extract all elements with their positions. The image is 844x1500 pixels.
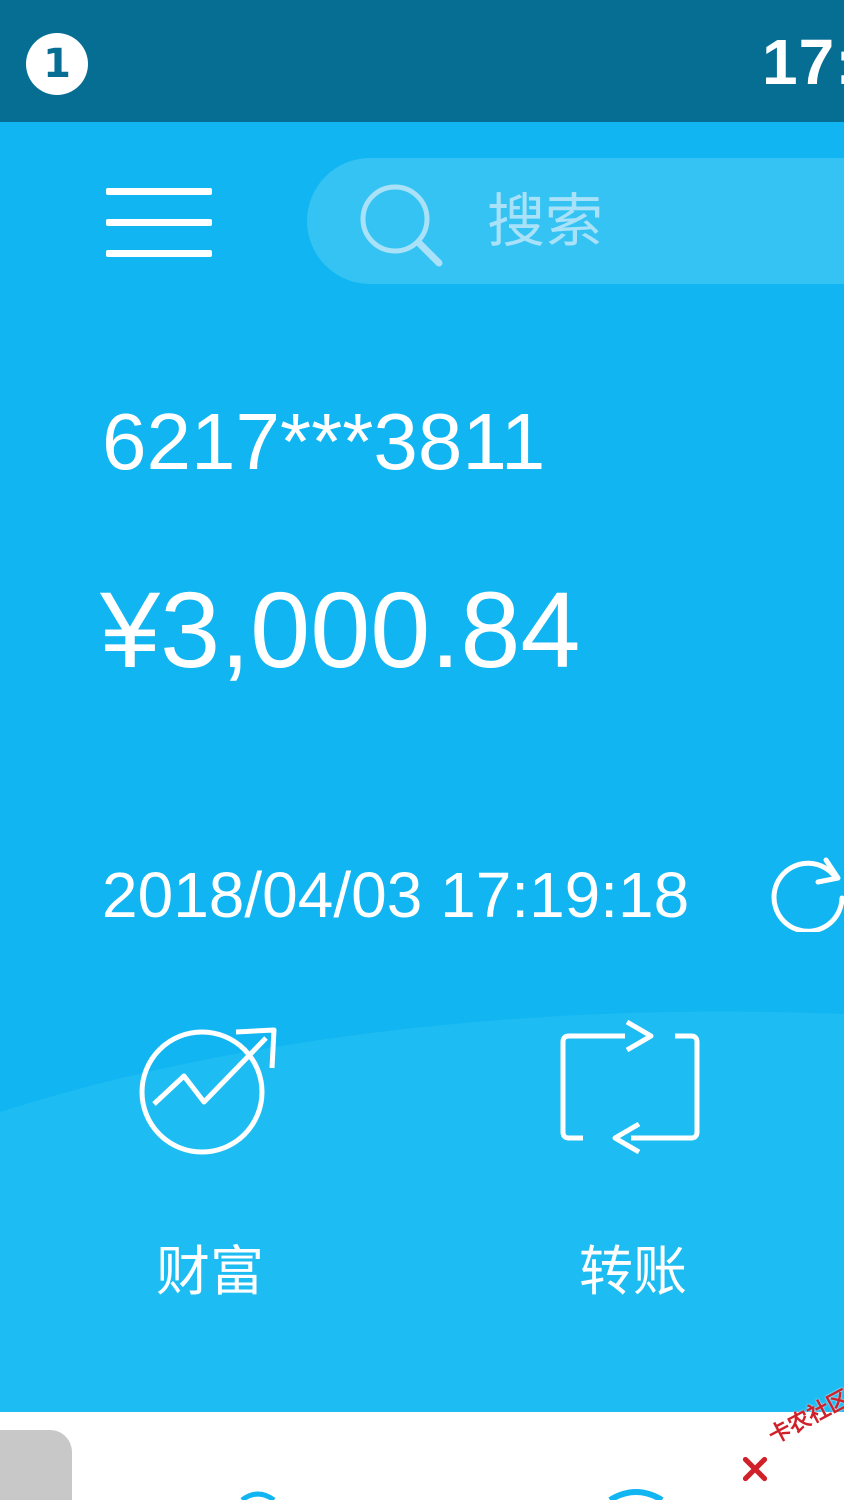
- bottom-panel: [0, 1412, 844, 1500]
- status-time: 17:: [762, 26, 844, 98]
- menu-button[interactable]: [100, 182, 220, 262]
- search-placeholder: 搜索: [487, 187, 604, 255]
- menu-line: [106, 188, 212, 195]
- wealth-growth-icon: [139, 1027, 277, 1155]
- side-tab[interactable]: [0, 1430, 72, 1500]
- menu-line: [106, 250, 212, 257]
- transfer-label: 转账: [579, 1240, 687, 1303]
- partial-icon: [240, 1491, 276, 1500]
- wealth-label: 财富: [156, 1240, 264, 1303]
- transfer-icon: [560, 1019, 700, 1155]
- search-icon: [360, 184, 443, 267]
- partial-icon: [608, 1489, 664, 1500]
- search-input[interactable]: 搜索: [307, 158, 844, 284]
- menu-line: [106, 219, 212, 226]
- transfer-button[interactable]: 转账: [525, 1002, 725, 1322]
- account-header: 搜索 6217***3811 ¥3,000.84 2018/04/03 17:1…: [0, 122, 844, 1412]
- account-number: 6217***3811: [102, 397, 546, 486]
- notification-badge: 1: [26, 33, 88, 95]
- balance-updated-time: 2018/04/03 17:19:18: [102, 859, 690, 931]
- refresh-icon[interactable]: [770, 852, 844, 932]
- watermark: 卡农社区: [742, 1386, 844, 1488]
- account-balance: ¥3,000.84: [100, 569, 581, 690]
- watermark-logo-icon: [742, 1456, 768, 1482]
- wealth-button[interactable]: 财富: [102, 1002, 302, 1322]
- status-bar: 1 17:: [0, 0, 844, 122]
